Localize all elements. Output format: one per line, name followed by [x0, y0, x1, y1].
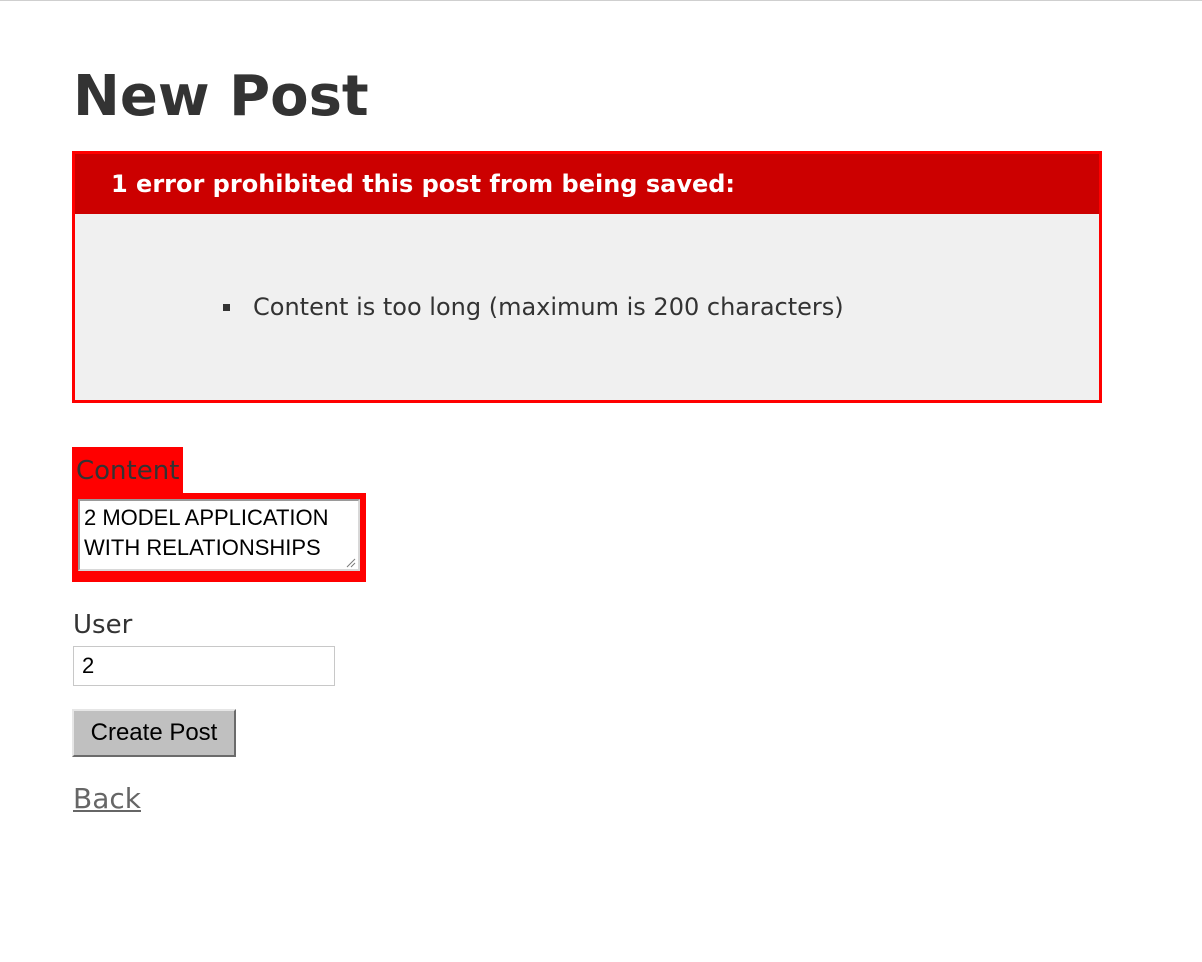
error-message: Content is too long (maximum is 200 char…: [253, 293, 844, 321]
error-item: Content is too long (maximum is 200 char…: [223, 290, 844, 324]
content-textarea[interactable]: 2 MODEL APPLICATION WITH RELATIONSHIPS: [78, 499, 360, 571]
square-bullet-icon: [223, 304, 230, 311]
error-explanation: 1 error prohibited this post from being …: [72, 151, 1102, 403]
back-link[interactable]: Back: [73, 779, 141, 819]
page-title: New Post: [73, 64, 369, 129]
content-field-error-label: Content: [72, 447, 184, 495]
error-header: 1 error prohibited this post from being …: [75, 154, 1099, 214]
content-label: Content: [76, 456, 180, 486]
create-post-button[interactable]: Create Post: [72, 709, 236, 757]
user-id-input[interactable]: [73, 646, 335, 686]
user-label: User: [73, 610, 133, 640]
error-list: Content is too long (maximum is 200 char…: [223, 290, 844, 324]
content-field-error-wrapper: 2 MODEL APPLICATION WITH RELATIONSHIPS: [72, 493, 366, 582]
resize-handle-icon[interactable]: [344, 556, 356, 568]
